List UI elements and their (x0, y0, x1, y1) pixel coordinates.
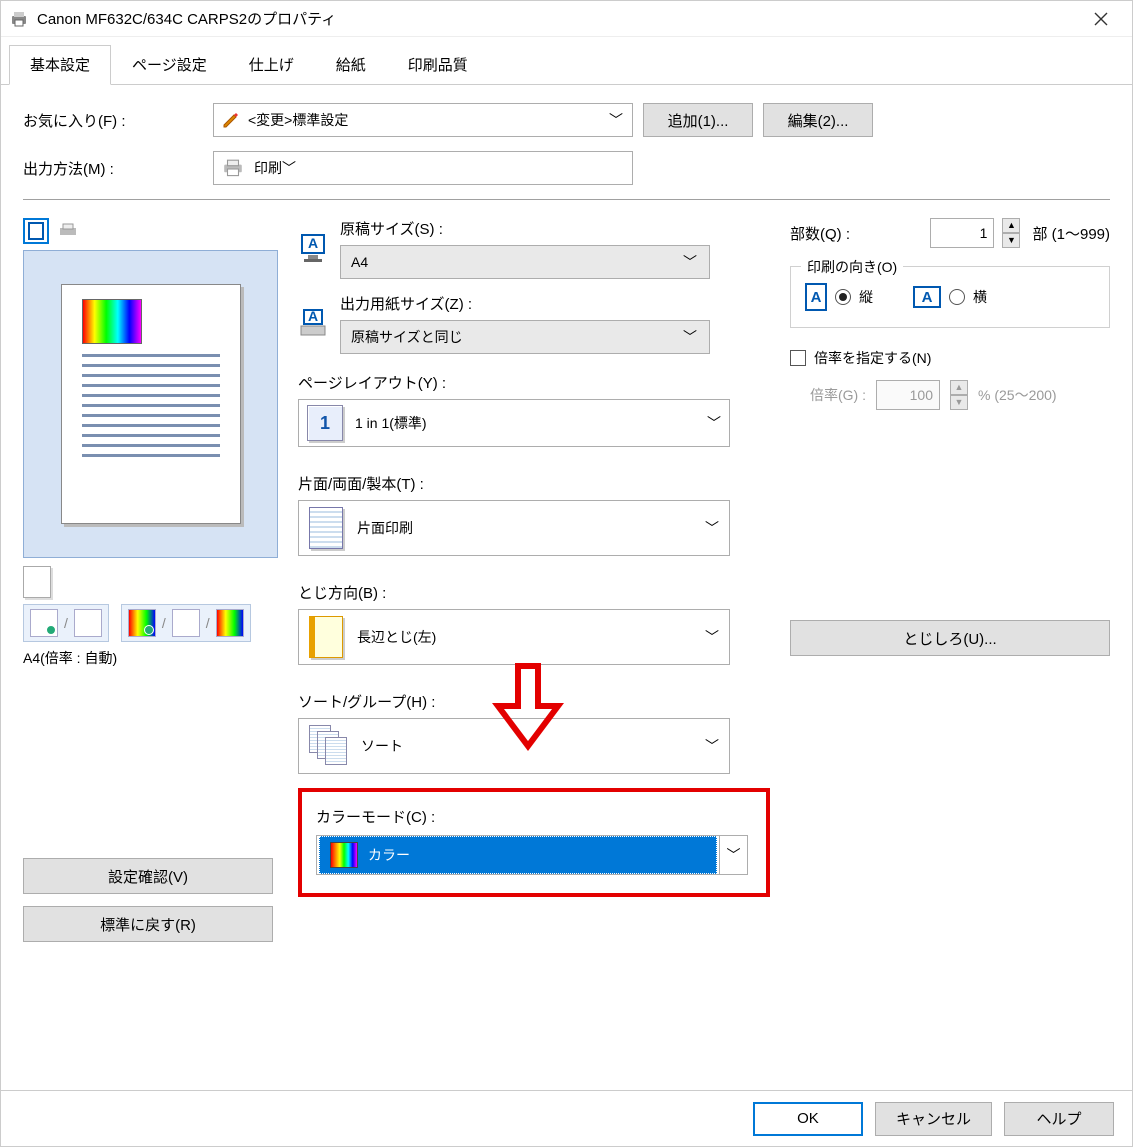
binding-select[interactable]: 長辺とじ(左) ﹀ (298, 609, 730, 665)
output-value: 印刷 (254, 158, 282, 178)
preview-pane (23, 250, 278, 558)
preview-mode-page-icon[interactable] (23, 218, 49, 244)
cancel-button[interactable]: キャンセル (875, 1102, 992, 1136)
copies-down-button[interactable]: ▼ (1002, 233, 1020, 248)
printer-page-icon: A (298, 308, 328, 340)
preview-mode-printer-icon[interactable] (55, 218, 81, 244)
printer-icon (9, 9, 29, 29)
color-swatch-icon (330, 842, 358, 868)
bind-left-icon (309, 616, 343, 658)
chevron-down-icon: ﹀ (719, 836, 747, 874)
chevron-down-icon: ﹀ (282, 158, 296, 178)
monitor-icon: A (298, 233, 328, 265)
svg-text:A: A (308, 308, 318, 324)
layout-label: ページレイアウト(Y) : (298, 372, 770, 393)
svg-text:A: A (308, 235, 318, 251)
preview-duplex-group[interactable]: / (23, 604, 109, 642)
annotation-arrow-icon (488, 661, 568, 751)
chevron-down-icon: ﹀ (683, 252, 699, 272)
chevron-down-icon: ﹀ (705, 736, 719, 756)
scale-unit: % (25～200) (978, 385, 1057, 405)
chevron-down-icon: ﹀ (707, 413, 721, 433)
layout-1in1-icon: 1 (307, 405, 343, 441)
duplex-select[interactable]: 片面印刷 ﹀ (298, 500, 730, 556)
landscape-icon: A (913, 286, 941, 308)
favorites-label: お気に入り(F) : (23, 110, 203, 131)
favorites-add-button[interactable]: 追加(1)... (643, 103, 753, 137)
scale-input (876, 380, 940, 410)
favorites-value: <変更>標準設定 (248, 110, 608, 130)
favorites-edit-button[interactable]: 編集(2)... (763, 103, 873, 137)
original-size-select[interactable]: A4 ﹀ (340, 245, 710, 279)
tab-basic[interactable]: 基本設定 (9, 45, 111, 85)
color-mode-select[interactable]: カラー ﹀ (316, 835, 748, 875)
scale-up-button: ▲ (950, 380, 968, 395)
chevron-down-icon: ﹀ (705, 627, 719, 647)
binding-label: とじ方向(B) : (298, 582, 770, 603)
reset-defaults-button[interactable]: 標準に戻す(R) (23, 906, 273, 942)
pencil-icon (222, 111, 240, 129)
orientation-portrait-radio[interactable] (835, 289, 851, 305)
tab-bar: 基本設定 ページ設定 仕上げ 給紙 印刷品質 (1, 37, 1132, 85)
chevron-down-icon: ﹀ (683, 327, 699, 347)
copies-input[interactable] (930, 218, 994, 248)
duplex-label: 片面/両面/製本(T) : (298, 473, 770, 494)
preview-color-group[interactable]: // (121, 604, 251, 642)
scale-check-label: 倍率を指定する(N) (814, 348, 931, 368)
preview-stack-icon (23, 566, 278, 598)
close-button[interactable] (1078, 3, 1124, 35)
chevron-down-icon: ﹀ (705, 518, 719, 538)
layout-select[interactable]: 1 1 in 1(標準) ﹀ (298, 399, 730, 447)
gutter-button[interactable]: とじしろ(U)... (790, 620, 1110, 656)
scale-label: 倍率(G) : (810, 385, 866, 405)
single-side-icon (309, 507, 343, 549)
copies-label: 部数(Q) : (790, 223, 922, 244)
output-label: 出力方法(M) : (23, 158, 203, 179)
favorites-select[interactable]: <変更>標準設定 ﹀ (213, 103, 633, 137)
color-mode-label: カラーモード(C) : (316, 806, 752, 827)
output-size-label: 出力用紙サイズ(Z) : (340, 293, 770, 314)
scale-down-button: ▼ (950, 395, 968, 410)
copies-up-button[interactable]: ▲ (1002, 218, 1020, 233)
window-title: Canon MF632C/634C CARPS2のプロパティ (37, 8, 1078, 29)
tab-page[interactable]: ページ設定 (111, 45, 228, 84)
orientation-legend: 印刷の向き(O) (801, 257, 903, 277)
output-select[interactable]: 印刷 ﹀ (213, 151, 633, 185)
portrait-icon: A (805, 283, 827, 311)
print-icon (222, 158, 244, 178)
color-mode-highlight: カラーモード(C) : カラー ﹀ (298, 788, 770, 897)
help-button[interactable]: ヘルプ (1004, 1102, 1114, 1136)
original-size-label: 原稿サイズ(S) : (340, 218, 770, 239)
confirm-settings-button[interactable]: 設定確認(V) (23, 858, 273, 894)
sort-icon (309, 725, 347, 767)
copies-unit: 部 (1～999) (1032, 223, 1110, 244)
orientation-landscape-radio[interactable] (949, 289, 965, 305)
ok-button[interactable]: OK (753, 1102, 863, 1136)
scale-checkbox[interactable] (790, 350, 806, 366)
tab-finish[interactable]: 仕上げ (228, 45, 315, 84)
preview-caption: A4(倍率 : 自動) (23, 648, 278, 668)
output-size-select[interactable]: 原稿サイズと同じ ﹀ (340, 320, 710, 354)
tab-feed[interactable]: 給紙 (315, 45, 387, 84)
chevron-down-icon: ﹀ (608, 110, 624, 130)
tab-quality[interactable]: 印刷品質 (387, 45, 489, 84)
